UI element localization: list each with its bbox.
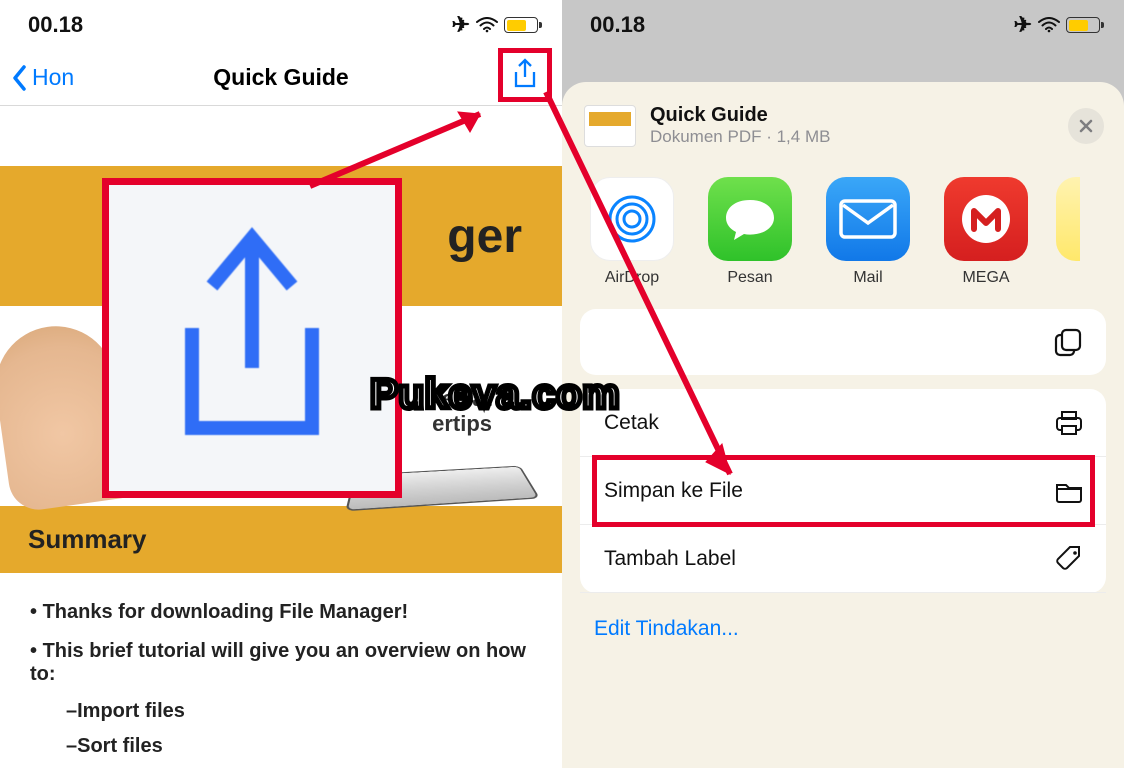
airplane-mode-icon: ✈︎ [1014,12,1032,38]
doc-title-fragment: ger [447,209,522,264]
wifi-icon [1038,17,1060,33]
zoomed-share-icon [102,178,402,498]
app-label: MEGA [938,269,1034,287]
close-icon [1078,118,1094,134]
wifi-icon [476,17,498,33]
battery-icon [504,17,538,33]
close-button[interactable] [1068,108,1104,144]
mega-icon [944,177,1028,261]
summary-header: Summary [0,506,562,573]
page-title: Quick Guide [0,64,562,91]
bullet-text: This brief tutorial will give you an ove… [30,640,526,685]
back-label: Hon [32,64,74,91]
nav-bar: Hon Quick Guide [0,50,562,105]
battery-icon [1066,17,1100,33]
bullet-item: Thanks for downloading File Manager! [30,601,532,624]
copy-icon [1052,327,1084,359]
airplane-mode-icon: ✈︎ [452,12,470,38]
tagline-fragment-2: ertips [432,411,492,437]
sub-bullet: Sort files [66,735,532,758]
action-label: Tambah Label [604,547,736,571]
annotation-arrow-2 [530,86,770,506]
annotation-arrow-1 [300,100,520,200]
clock: 00.18 [590,12,645,38]
app-mega[interactable]: MEGA [938,177,1034,287]
chevron-left-icon [12,65,28,91]
bullet-item: This brief tutorial will give you an ove… [30,640,532,758]
clock: 00.18 [28,12,83,38]
status-bar: 00.18 ✈︎ [0,0,562,50]
mail-icon [826,177,910,261]
folder-icon [1054,479,1084,503]
tag-icon [1054,544,1084,574]
app-label: Mail [820,269,916,287]
app-partial-next[interactable] [1056,177,1080,261]
printer-icon [1054,409,1084,437]
status-bar: 00.18 ✈︎ [562,0,1124,50]
sub-bullet: Import files [66,700,532,723]
tagline-fragment-1: es at [442,386,492,412]
edit-actions-link[interactable]: Edit Tindakan... [562,593,1124,665]
back-button[interactable]: Hon [12,64,74,91]
action-add-label[interactable]: Tambah Label [580,525,1106,593]
app-mail[interactable]: Mail [820,177,916,287]
summary-body: Thanks for downloading File Manager! Thi… [0,573,562,768]
